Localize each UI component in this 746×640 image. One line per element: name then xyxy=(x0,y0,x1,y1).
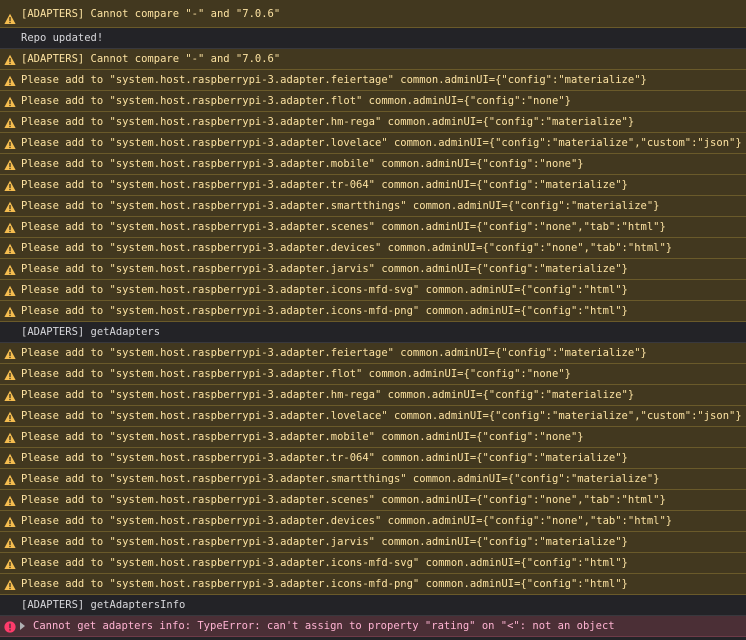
warning-icon xyxy=(4,578,16,590)
console-message-text: Please add to "system.host.raspberrypi-3… xyxy=(21,410,742,422)
console-warning-row: Please add to "system.host.raspberrypi-3… xyxy=(0,301,746,322)
console-warning-row: Please add to "system.host.raspberrypi-3… xyxy=(0,217,746,238)
console-warning-row: Please add to "system.host.raspberrypi-3… xyxy=(0,469,746,490)
console-message-text: Please add to "system.host.raspberrypi-3… xyxy=(21,515,673,527)
warning-icon xyxy=(4,494,16,506)
console-message-text: Please add to "system.host.raspberrypi-3… xyxy=(21,473,660,485)
console-message-text: Please add to "system.host.raspberrypi-3… xyxy=(21,137,742,149)
console-error-row[interactable]: Cannot get adapters info: TypeError: can… xyxy=(0,616,746,637)
warning-icon xyxy=(4,389,16,401)
console-message-text: Please add to "system.host.raspberrypi-3… xyxy=(21,494,666,506)
warning-icon xyxy=(4,368,16,380)
warning-icon xyxy=(4,8,16,24)
console-warning-row: [ADAPTERS] Cannot compare "-" and "7.0.6… xyxy=(0,49,746,70)
console-message-text: Please add to "system.host.raspberrypi-3… xyxy=(21,368,571,380)
console-warning-row: Please add to "system.host.raspberrypi-3… xyxy=(0,343,746,364)
warning-icon xyxy=(4,179,16,191)
console-warning-row: Please add to "system.host.raspberrypi-3… xyxy=(0,406,746,427)
console-message-text: [ADAPTERS] getAdapters xyxy=(21,326,161,338)
console-message-text: Please add to "system.host.raspberrypi-3… xyxy=(21,578,628,590)
console-message-text: Please add to "system.host.raspberrypi-3… xyxy=(21,200,660,212)
console-warning-row: Please add to "system.host.raspberrypi-3… xyxy=(0,364,746,385)
warning-icon xyxy=(4,305,16,317)
console-message-text: Please add to "system.host.raspberrypi-3… xyxy=(21,431,584,443)
console-warning-row: Please add to "system.host.raspberrypi-3… xyxy=(0,70,746,91)
expand-arrow-icon[interactable] xyxy=(20,622,25,630)
warning-icon xyxy=(4,200,16,212)
warning-icon xyxy=(4,452,16,464)
console-warning-row: Please add to "system.host.raspberrypi-3… xyxy=(0,196,746,217)
warning-icon xyxy=(4,221,16,233)
console-warning-row: Please add to "system.host.raspberrypi-3… xyxy=(0,574,746,595)
console-message-text: Please add to "system.host.raspberrypi-3… xyxy=(21,263,628,275)
console-message-text: Please add to "system.host.raspberrypi-3… xyxy=(21,284,628,296)
console-message-text: Please add to "system.host.raspberrypi-3… xyxy=(21,347,647,359)
warning-icon xyxy=(4,53,16,65)
console-message-text: [ADAPTERS] getAdaptersInfo xyxy=(21,599,186,611)
console-message-text: Please add to "system.host.raspberrypi-3… xyxy=(21,158,584,170)
console-message-text: [ADAPTERS] Cannot compare "-" and "7.0.6… xyxy=(21,8,281,20)
console-message-text: Please add to "system.host.raspberrypi-3… xyxy=(21,95,571,107)
console-warning-row: Please add to "system.host.raspberrypi-3… xyxy=(0,385,746,406)
console-message-text: Please add to "system.host.raspberrypi-3… xyxy=(21,116,635,128)
console-message-text: Please add to "system.host.raspberrypi-3… xyxy=(21,74,647,86)
error-icon xyxy=(4,620,16,633)
console-output: [ADAPTERS] Cannot compare "-" and "7.0.6… xyxy=(0,0,746,640)
console-warning-row: Please add to "system.host.raspberrypi-3… xyxy=(0,427,746,448)
console-message-text: Please add to "system.host.raspberrypi-3… xyxy=(21,536,628,548)
console-message-text: Please add to "system.host.raspberrypi-3… xyxy=(21,557,628,569)
console-warning-row: Please add to "system.host.raspberrypi-3… xyxy=(0,511,746,532)
console-warning-row: Please add to "system.host.raspberrypi-3… xyxy=(0,280,746,301)
console-log-row: [ADAPTERS] getAdapters xyxy=(0,322,746,343)
warning-icon xyxy=(4,263,16,275)
warning-icon xyxy=(4,242,16,254)
warning-icon xyxy=(4,284,16,296)
warning-icon xyxy=(4,536,16,548)
console-log-row: Repo updated! xyxy=(0,28,746,49)
console-message-text: Please add to "system.host.raspberrypi-3… xyxy=(21,242,673,254)
warning-icon xyxy=(4,74,16,86)
console-message-text: Please add to "system.host.raspberrypi-3… xyxy=(21,305,628,317)
console-warning-row: Please add to "system.host.raspberrypi-3… xyxy=(0,133,746,154)
console-warning-row: Please add to "system.host.raspberrypi-3… xyxy=(0,238,746,259)
console-warning-row: Please add to "system.host.raspberrypi-3… xyxy=(0,112,746,133)
console-message-text: Please add to "system.host.raspberrypi-3… xyxy=(21,179,628,191)
console-warning-row: Please add to "system.host.raspberrypi-3… xyxy=(0,553,746,574)
warning-icon xyxy=(4,95,16,107)
console-warning-row: Please add to "system.host.raspberrypi-3… xyxy=(0,175,746,196)
warning-icon xyxy=(4,557,16,569)
console-message-text: Repo updated! xyxy=(21,32,104,44)
warning-icon xyxy=(4,347,16,359)
warning-icon xyxy=(4,473,16,485)
console-warning-row: Please add to "system.host.raspberrypi-3… xyxy=(0,259,746,280)
console-message-text: Please add to "system.host.raspberrypi-3… xyxy=(21,221,666,233)
console-message-text: Please add to "system.host.raspberrypi-3… xyxy=(21,452,628,464)
console-message-text: Please add to "system.host.raspberrypi-3… xyxy=(21,389,635,401)
console-warning-row: Please add to "system.host.raspberrypi-3… xyxy=(0,532,746,553)
console-warning-row: [ADAPTERS] Cannot compare "-" and "7.0.6… xyxy=(0,0,746,28)
warning-icon xyxy=(4,431,16,443)
console-warning-row: Please add to "system.host.raspberrypi-3… xyxy=(0,154,746,175)
warning-icon xyxy=(4,410,16,422)
console-log-row: [ADAPTERS] getAdaptersInfo xyxy=(0,595,746,616)
warning-icon xyxy=(4,116,16,128)
warning-icon xyxy=(4,158,16,170)
console-warning-row: Please add to "system.host.raspberrypi-3… xyxy=(0,490,746,511)
console-message-text: [ADAPTERS] Cannot compare "-" and "7.0.6… xyxy=(21,53,281,65)
warning-icon xyxy=(4,515,16,527)
console-warning-row: Please add to "system.host.raspberrypi-3… xyxy=(0,91,746,112)
console-warning-row: Please add to "system.host.raspberrypi-3… xyxy=(0,448,746,469)
warning-icon xyxy=(4,137,16,149)
console-message-text: Cannot get adapters info: TypeError: can… xyxy=(33,620,615,632)
